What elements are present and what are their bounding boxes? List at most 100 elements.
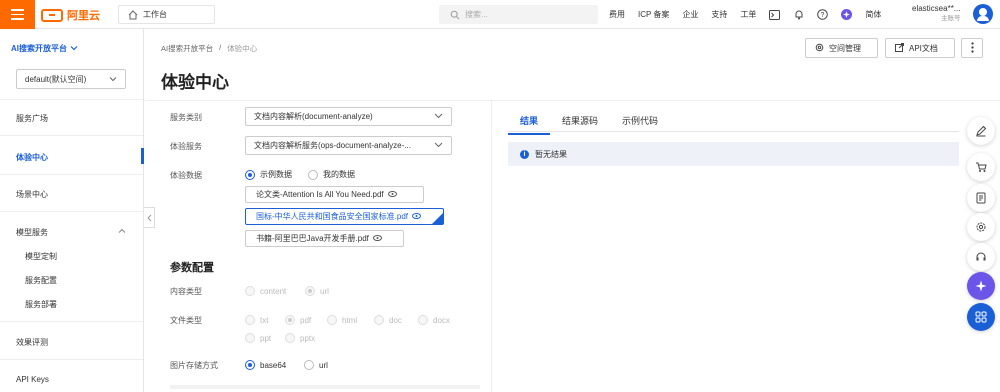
help-icon[interactable]: ?	[817, 9, 829, 20]
radio-label: docx	[433, 315, 450, 325]
params-section-title: 参数配置	[170, 262, 214, 274]
nav-ticket[interactable]: 工单	[740, 9, 756, 20]
nav-billing[interactable]: 费用	[609, 9, 625, 20]
edit-tool-button[interactable]	[967, 117, 995, 145]
search-input[interactable]: 搜索...	[439, 5, 598, 24]
workspace-select[interactable]: default(默认空间)	[16, 69, 126, 89]
more-button[interactable]	[961, 38, 983, 58]
radio-ppt[interactable]: ppt	[245, 333, 271, 343]
radio-circle	[285, 315, 295, 325]
logo-text: 阿里云	[67, 10, 100, 22]
more-vertical-icon	[970, 41, 974, 55]
sidebar-item-api-keys[interactable]: API Keys	[16, 375, 49, 384]
platform-name: AI搜索开放平台	[11, 44, 67, 53]
radio-sample-data[interactable]: 示例数据	[245, 169, 292, 180]
sidebar-item-service-config[interactable]: 服务配置	[25, 275, 57, 286]
breadcrumb-sep: /	[219, 43, 222, 52]
radio-circle	[245, 360, 255, 370]
external-link-icon	[895, 42, 904, 54]
file-type-label: 文件类型	[170, 316, 202, 325]
nav-support[interactable]: 支持	[711, 9, 727, 20]
cart-icon	[976, 162, 987, 172]
chevron-down-icon	[70, 44, 78, 53]
radio-circle	[245, 169, 255, 180]
divider	[0, 321, 143, 322]
breadcrumb-root[interactable]: AI搜索开放平台	[161, 43, 213, 54]
chevron-down-icon	[434, 112, 443, 121]
radio-circle	[327, 315, 337, 325]
sidebar-item-service-square[interactable]: 服务广场	[16, 113, 48, 124]
radio-circle	[285, 333, 295, 343]
radio-html[interactable]: html	[327, 315, 357, 325]
sidebar-item-eval[interactable]: 效果评测	[16, 337, 48, 348]
sidebar-item-experience[interactable]: 体验中心	[16, 152, 48, 163]
grid-icon	[975, 311, 987, 323]
workbench-button[interactable]: 工作台	[118, 5, 215, 24]
file-item[interactable]: 书籍-阿里巴巴Java开发手册.pdf	[245, 230, 404, 247]
sidebar: AI搜索开放平台 default(默认空间) 服务广场 体验中心 场景中心 模型…	[0, 29, 144, 392]
space-manage-label: 空间管理	[829, 43, 861, 53]
radio-label: html	[342, 315, 358, 325]
sidebar-item-service-deploy[interactable]: 服务部署	[25, 299, 57, 310]
radio-url[interactable]: url	[305, 286, 329, 296]
service-select[interactable]: 文档内容解析服务(ops-document-analyze-...	[245, 136, 452, 155]
divider	[0, 174, 143, 175]
page-title: 体验中心	[161, 73, 229, 92]
file-item[interactable]: 论文类-Attention Is All You Need.pdf	[245, 186, 424, 203]
api-doc-button[interactable]: API文档	[885, 38, 955, 58]
headset-icon	[976, 252, 986, 261]
breadcrumb-current: 体验中心	[227, 44, 258, 53]
radio-docx[interactable]: docx	[418, 315, 450, 325]
sidebar-item-model-custom[interactable]: 模型定制	[25, 251, 57, 262]
menu-icon[interactable]	[0, 0, 35, 29]
language-switch[interactable]: 简体	[865, 9, 881, 20]
logo[interactable]: 阿里云	[41, 7, 100, 23]
radio-label: 我的数据	[323, 170, 355, 179]
radio-circle	[304, 360, 314, 370]
nav-enterprise[interactable]: 企业	[682, 9, 698, 20]
eye-icon[interactable]	[412, 212, 422, 221]
apps-tool-button[interactable]	[967, 303, 995, 331]
support-tool-button[interactable]	[967, 243, 995, 271]
radio-my-data[interactable]: 我的数据	[308, 169, 355, 180]
document-icon	[976, 192, 986, 204]
radio-img-url[interactable]: url	[304, 360, 328, 370]
category-select[interactable]: 文档内容解析(document-analyze)	[245, 107, 452, 126]
empty-result-notice: i 暂无结果	[508, 142, 959, 166]
chevron-down-icon	[109, 75, 117, 84]
scroll-edge	[170, 385, 480, 389]
radio-txt[interactable]: txt	[245, 315, 268, 325]
ai-assistant-icon[interactable]	[841, 9, 853, 20]
eye-icon[interactable]	[387, 190, 397, 199]
aliyun-logo-icon	[41, 8, 63, 22]
bell-icon[interactable]	[793, 9, 804, 20]
file-item-selected[interactable]: 国标-中华人民共和国食品安全国家标准.pdf	[245, 208, 444, 225]
ai-assistant-button[interactable]	[967, 272, 995, 300]
collapse-sidebar-button[interactable]	[144, 207, 155, 228]
api-doc-label: API文档	[909, 43, 938, 53]
radio-label: ppt	[260, 333, 272, 343]
user-info[interactable]: elasticsea**... 主账号	[912, 4, 960, 24]
radio-base64[interactable]: base64	[245, 360, 286, 370]
top-nav: 费用 ICP 备案 企业 支持 工单 ? 简体	[609, 0, 881, 29]
user-role: 主账号	[940, 15, 961, 22]
terminal-icon[interactable]	[769, 9, 781, 20]
nav-icp[interactable]: ICP 备案	[638, 9, 669, 20]
avatar[interactable]	[973, 4, 993, 24]
settings-tool-button[interactable]	[967, 213, 995, 241]
empty-result-text: 暂无结果	[535, 149, 567, 159]
radio-doc[interactable]: doc	[374, 315, 402, 325]
eye-icon[interactable]	[372, 234, 382, 243]
sidebar-item-model-service[interactable]: 模型服务	[16, 227, 48, 238]
radio-label: 示例数据	[260, 170, 292, 179]
radio-pdf[interactable]: pdf	[285, 315, 311, 325]
cart-tool-button[interactable]	[967, 153, 995, 181]
sidebar-item-scenario[interactable]: 场景中心	[16, 189, 48, 200]
home-icon	[127, 9, 138, 20]
platform-switcher[interactable]: AI搜索开放平台	[11, 43, 78, 54]
chevron-up-icon[interactable]	[118, 227, 126, 236]
radio-pptx[interactable]: pptx	[285, 333, 315, 343]
space-manage-button[interactable]: 空间管理	[805, 38, 878, 58]
document-tool-button[interactable]	[967, 184, 995, 212]
radio-content[interactable]: content	[245, 286, 286, 296]
